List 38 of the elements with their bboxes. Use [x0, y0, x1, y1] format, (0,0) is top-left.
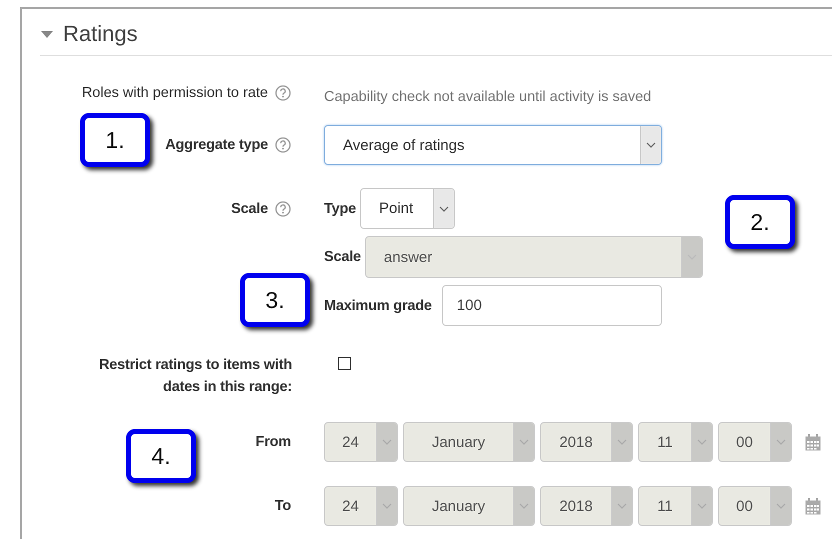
field-label: Scale [231, 200, 268, 216]
field-label: Scale [324, 249, 361, 265]
calendar-icon[interactable] [805, 434, 821, 450]
field-label: Restrict ratings to items with dates in this range: [98, 356, 292, 397]
field-label: Roles with permission to rate [82, 85, 268, 101]
caret-icon [640, 126, 661, 164]
caret-icon [376, 423, 397, 461]
caret-icon [513, 423, 534, 461]
input-field[interactable]: 100 [442, 285, 662, 326]
field-label: To [274, 498, 291, 514]
caret-icon [691, 423, 712, 461]
step-number-callout: 1. [80, 113, 150, 167]
caret-icon [770, 487, 791, 525]
caret-icon [513, 487, 534, 525]
section-title: Ratings [63, 21, 138, 47]
caret-icon [680, 237, 702, 277]
help-icon[interactable] [275, 200, 291, 216]
caret-icon [770, 423, 791, 461]
caret-icon [611, 487, 632, 525]
help-icon[interactable] [275, 85, 291, 101]
select-field[interactable]: Point [360, 188, 455, 229]
help-icon[interactable] [275, 137, 291, 153]
caret-icon [376, 487, 397, 525]
aggregate-select[interactable]: Average of ratings [324, 125, 662, 165]
field-label: From [256, 434, 291, 450]
step-number-callout: 2. [725, 195, 795, 249]
checkbox[interactable] [338, 357, 351, 370]
step-number-callout: 3. [240, 273, 310, 327]
caret-down-icon[interactable] [41, 30, 53, 38]
field-label: Aggregate type [165, 137, 268, 153]
field-label: Type [324, 200, 356, 216]
calendar-icon[interactable] [805, 498, 821, 514]
caret-icon [691, 487, 712, 525]
caret-icon [432, 189, 454, 228]
field-label: Maximum grade [324, 298, 432, 314]
caret-icon [611, 423, 632, 461]
step-number-callout: 4. [126, 429, 196, 483]
info-text: Capability check not available until activity is saved [324, 89, 652, 105]
